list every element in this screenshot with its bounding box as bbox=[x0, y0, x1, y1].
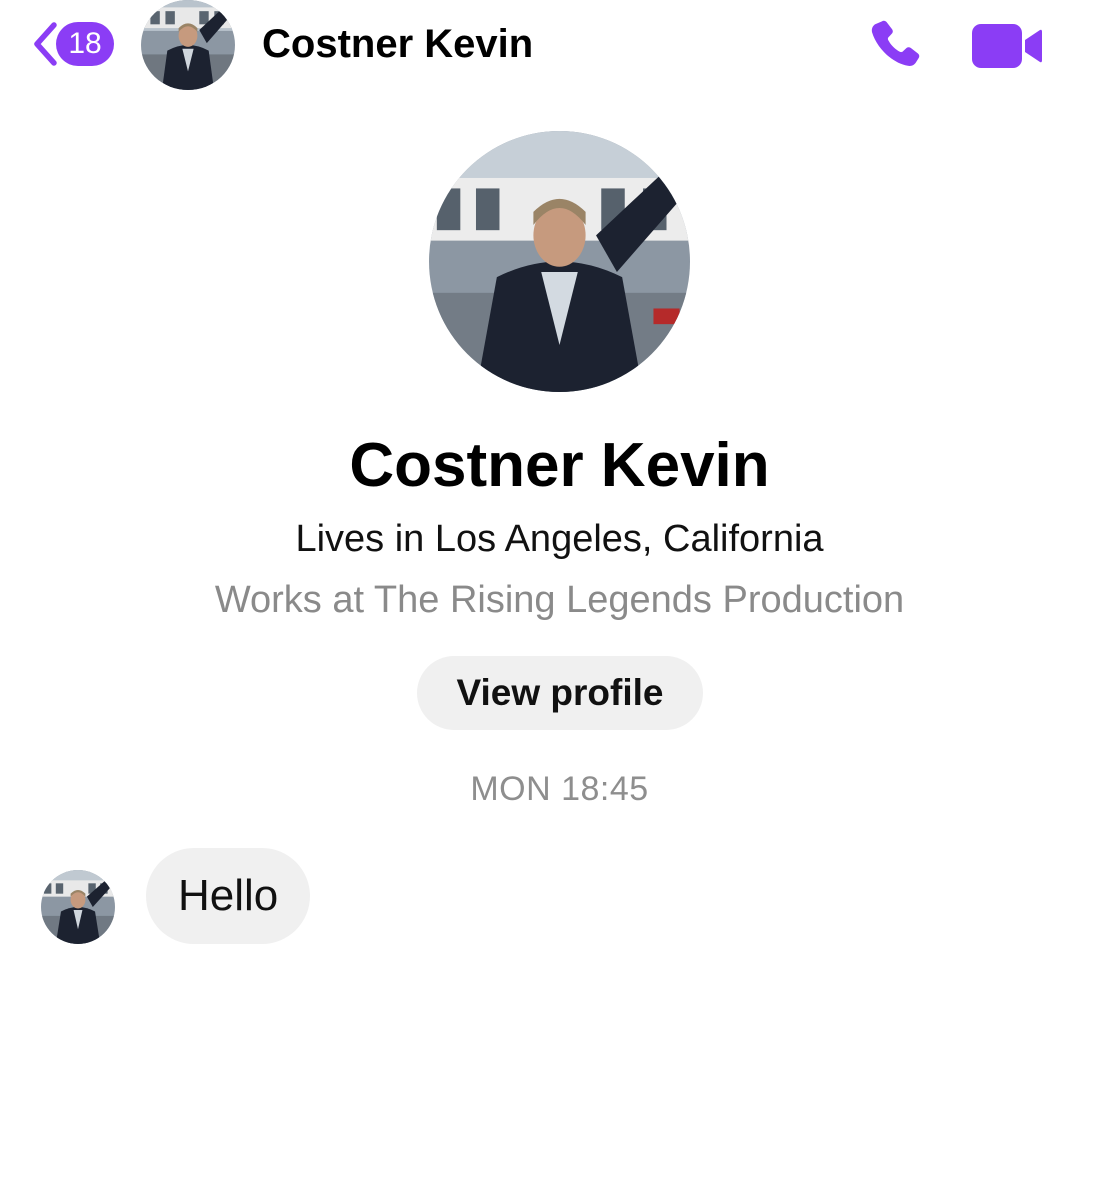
back-button[interactable]: 18 bbox=[30, 16, 114, 72]
profile-location: Lives in Los Angeles, California bbox=[295, 518, 824, 560]
contact-avatar[interactable] bbox=[141, 0, 235, 90]
header-contact-name[interactable]: Costner Kevin bbox=[262, 20, 533, 68]
video-camera-icon bbox=[972, 24, 1042, 68]
video-call-button[interactable] bbox=[972, 24, 1044, 68]
message-timestamp: MON 18:45 bbox=[470, 770, 649, 808]
view-profile-button[interactable]: View profile bbox=[417, 656, 703, 730]
message-bubble[interactable]: Hello bbox=[146, 848, 311, 944]
chat-header: 18 Costner Kevin bbox=[0, 0, 1119, 92]
sender-avatar[interactable] bbox=[41, 870, 115, 944]
audio-call-button[interactable] bbox=[866, 16, 924, 74]
phone-icon bbox=[871, 20, 920, 66]
unread-count-badge: 18 bbox=[56, 22, 114, 66]
profile-name: Costner Kevin bbox=[349, 431, 770, 500]
profile-work: Works at The Rising Legends Production bbox=[214, 579, 905, 621]
profile-photo bbox=[429, 131, 690, 392]
